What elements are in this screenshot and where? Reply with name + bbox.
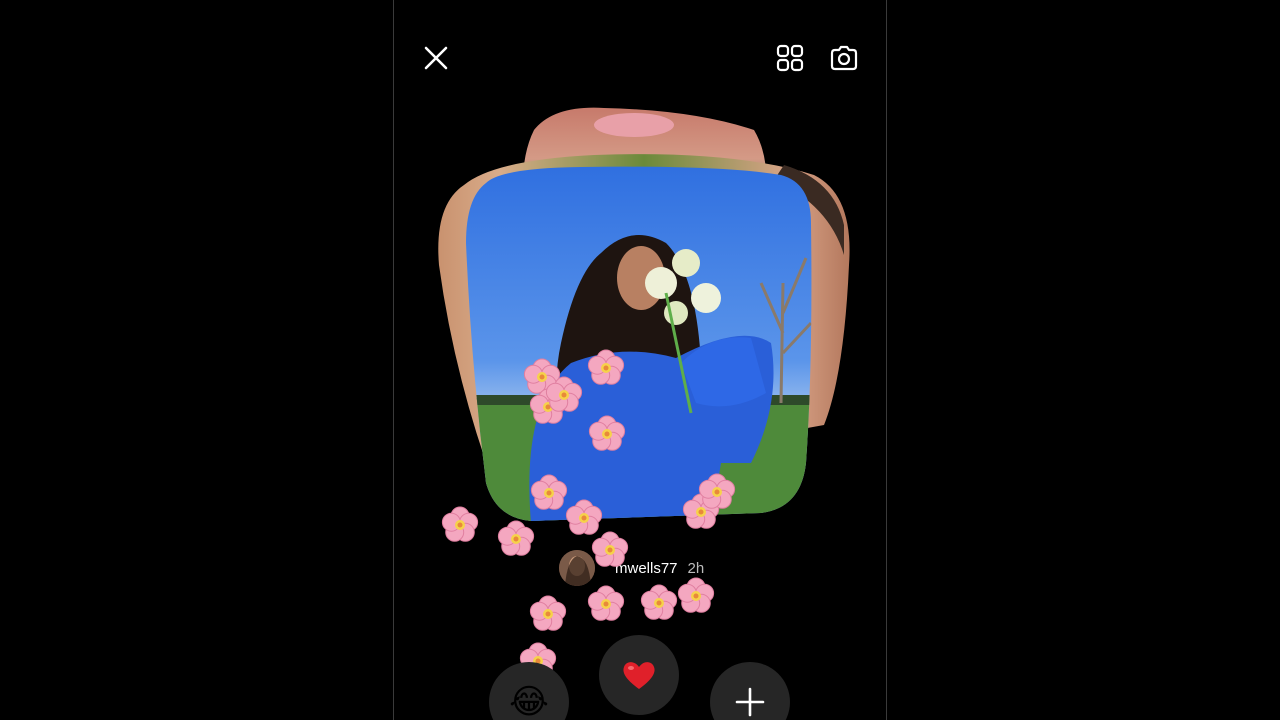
plus-icon <box>735 687 765 717</box>
laugh-reaction-button[interactable]: 😂 <box>489 662 569 720</box>
username[interactable]: mwells77 <box>615 560 678 577</box>
grid-view-button[interactable] <box>772 40 808 76</box>
post-time: 2h <box>687 559 705 577</box>
grid-icon <box>776 44 804 72</box>
story-viewer: mwells77 2h 😂 <box>393 0 887 720</box>
laugh-emoji: 😂 <box>509 682 549 720</box>
avatar[interactable] <box>559 550 595 586</box>
close-button[interactable] <box>418 40 454 76</box>
flower-emoji <box>497 520 535 556</box>
flower-emoji <box>529 595 567 631</box>
add-reaction-button[interactable] <box>710 662 790 720</box>
flower-emoji <box>640 584 678 620</box>
heart-reaction-button[interactable] <box>599 635 679 715</box>
heart-icon <box>623 662 655 689</box>
flower-emoji <box>587 585 625 621</box>
close-icon <box>424 46 448 70</box>
main-photo-card[interactable] <box>461 163 816 523</box>
camera-icon <box>830 45 858 71</box>
camera-button[interactable] <box>826 40 862 76</box>
post-author-row[interactable]: mwells77 2h <box>559 548 704 588</box>
